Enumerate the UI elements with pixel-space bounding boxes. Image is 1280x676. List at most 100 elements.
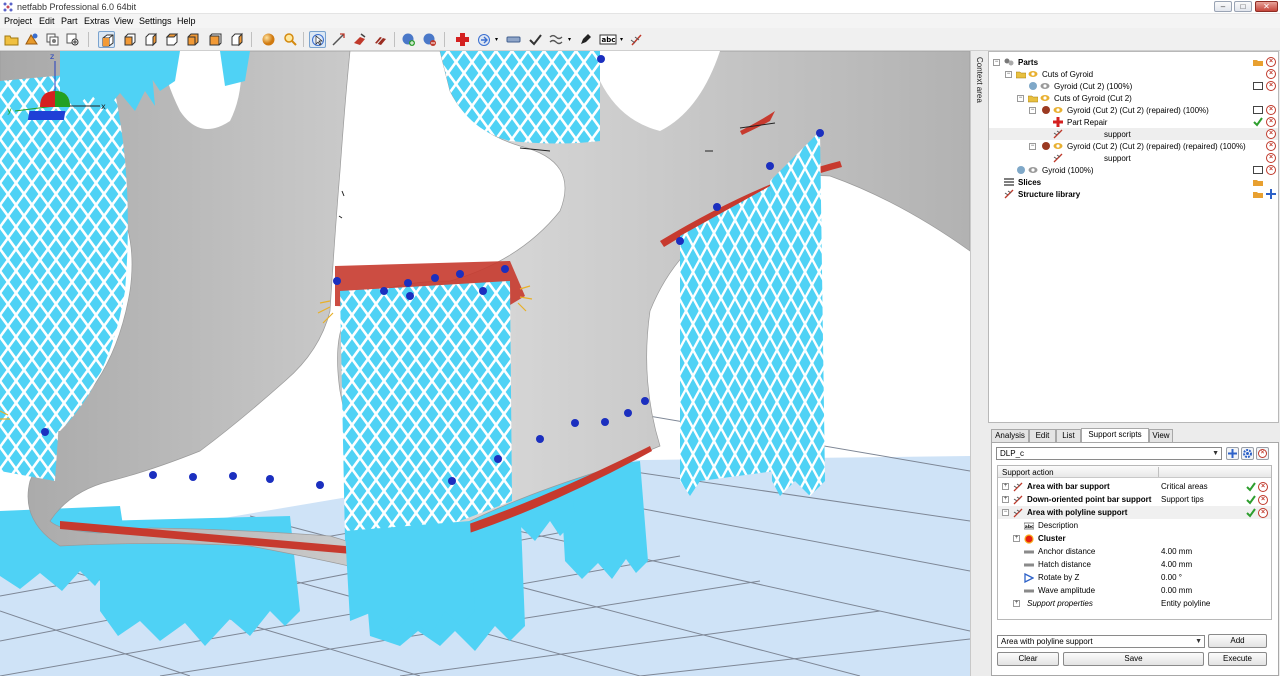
close-button[interactable]: ✕ — [1255, 1, 1278, 12]
repair-tool-button[interactable] — [351, 31, 368, 48]
property-row-cluster[interactable]: + Cluster — [998, 532, 1271, 545]
tab-support-scripts[interactable]: Support scripts — [1081, 428, 1149, 442]
scene-canvas[interactable] — [0, 51, 970, 676]
property-value[interactable]: 4.00 mm — [1161, 547, 1192, 556]
shading-button[interactable] — [260, 31, 277, 48]
duplicate-part-button[interactable] — [44, 31, 61, 48]
project-tree[interactable]: − Parts × − Cuts of Gyroid × Gyroid (Cut… — [988, 51, 1279, 423]
tree-row-slices[interactable]: Slices — [989, 176, 1278, 188]
remove-icon[interactable]: × — [1266, 81, 1276, 91]
eye-icon[interactable] — [1028, 165, 1038, 175]
3d-viewport[interactable]: z x y — [0, 51, 970, 676]
screen-icon[interactable] — [1253, 165, 1263, 175]
property-value[interactable]: 0.00 ° — [1161, 573, 1182, 582]
expand-toggle[interactable]: + — [1002, 483, 1009, 490]
export-dropdown-arrow[interactable]: ▾ — [495, 36, 498, 43]
script-settings-button[interactable] — [1241, 447, 1254, 460]
collapse-toggle[interactable]: − — [1005, 71, 1012, 78]
view-right-button[interactable] — [184, 31, 201, 48]
menu-settings[interactable]: Settings — [139, 16, 172, 26]
expand-toggle[interactable]: + — [1013, 600, 1020, 607]
check-button[interactable] — [527, 31, 544, 48]
tree-row-part-repair[interactable]: Part Repair × — [989, 116, 1278, 128]
menu-project[interactable]: Project — [4, 16, 32, 26]
property-row-anchor-distance[interactable]: Anchor distance 4.00 mm — [998, 545, 1271, 558]
view-top-button[interactable] — [206, 31, 223, 48]
expand-toggle[interactable]: + — [1013, 535, 1020, 542]
property-row-hatch-distance[interactable]: Hatch distance 4.00 mm — [998, 558, 1271, 571]
remove-icon[interactable]: × — [1266, 57, 1276, 67]
remove-icon[interactable]: × — [1266, 117, 1276, 127]
screen-icon[interactable] — [1253, 105, 1263, 115]
action-type-select[interactable]: Area with polyline support ▼ — [997, 635, 1205, 648]
support-tool-button[interactable] — [548, 31, 565, 48]
add-script-button[interactable] — [1226, 447, 1239, 460]
tree-row-gyroid-cut2[interactable]: Gyroid (Cut 2) (100%) × — [989, 80, 1278, 92]
column-divider[interactable] — [1158, 467, 1159, 477]
property-value[interactable]: 4.00 mm — [1161, 560, 1192, 569]
menu-extras[interactable]: Extras — [84, 16, 110, 26]
folder-action-icon[interactable] — [1253, 189, 1263, 199]
tree-row-support-2[interactable]: support × — [989, 152, 1278, 164]
menu-view[interactable]: View — [114, 16, 133, 26]
view-back-button[interactable] — [142, 31, 159, 48]
add-button[interactable]: Add — [1208, 634, 1267, 648]
remove-icon[interactable]: × — [1266, 105, 1276, 115]
remove-icon[interactable]: × — [1266, 129, 1276, 139]
execute-button[interactable]: Execute — [1208, 652, 1267, 666]
screen-icon[interactable] — [1253, 81, 1263, 91]
view-left-button[interactable] — [163, 31, 180, 48]
checkmark-icon[interactable] — [1246, 495, 1256, 505]
select-tool-button[interactable] — [309, 31, 326, 48]
collapse-toggle[interactable]: − — [1002, 509, 1009, 516]
collapse-toggle[interactable]: − — [1029, 107, 1036, 114]
folder-action-icon[interactable] — [1253, 57, 1263, 67]
context-area-strip[interactable]: Context area — [970, 51, 987, 676]
minimize-button[interactable]: – — [1214, 1, 1232, 12]
script-select[interactable]: DLP_c ▼ — [996, 447, 1222, 460]
maximize-button[interactable]: □ — [1234, 1, 1252, 12]
menu-help[interactable]: Help — [177, 16, 196, 26]
plus-icon[interactable] — [1266, 189, 1276, 199]
remove-icon[interactable]: × — [1266, 153, 1276, 163]
remove-icon[interactable]: × — [1258, 495, 1268, 505]
tree-row-repaired[interactable]: − Gyroid (Cut 2) (Cut 2) (repaired) (100… — [989, 104, 1278, 116]
remove-icon[interactable]: × — [1266, 165, 1276, 175]
view-bottom-button[interactable] — [228, 31, 245, 48]
collapse-toggle[interactable]: − — [1029, 143, 1036, 150]
view-front-button[interactable] — [121, 31, 138, 48]
property-row-description[interactable]: abc Description — [998, 519, 1271, 532]
add-globe-button[interactable] — [400, 31, 417, 48]
open-project-button[interactable] — [3, 31, 20, 48]
pen-tool-button[interactable] — [577, 31, 594, 48]
collapse-toggle[interactable]: − — [993, 59, 1000, 66]
action-row-polyline-support[interactable]: − Area with polyline support × — [998, 506, 1271, 519]
view-default-button[interactable] — [98, 31, 115, 48]
remove-icon[interactable]: × — [1258, 508, 1268, 518]
zoom-button[interactable] — [282, 31, 299, 48]
support-actions-table[interactable]: Support action + Area with bar support C… — [997, 465, 1272, 620]
tab-edit[interactable]: Edit — [1029, 429, 1056, 442]
collapse-toggle[interactable]: − — [1017, 95, 1024, 102]
tree-row-parts[interactable]: − Parts × — [989, 56, 1278, 68]
text-dropdown-arrow[interactable]: ▾ — [620, 36, 623, 43]
checkmark-icon[interactable] — [1246, 482, 1256, 492]
save-button[interactable]: Save — [1063, 652, 1204, 666]
eye-icon[interactable] — [1040, 93, 1050, 103]
tab-view[interactable]: View — [1149, 429, 1173, 442]
folder-action-icon[interactable] — [1253, 177, 1263, 187]
tab-list[interactable]: List — [1056, 429, 1081, 442]
support-dropdown-arrow[interactable]: ▾ — [568, 36, 571, 43]
checkmark-icon[interactable] — [1246, 508, 1256, 518]
tree-row-repaired-2[interactable]: − Gyroid (Cut 2) (Cut 2) (repaired) (rep… — [989, 140, 1278, 152]
menu-part[interactable]: Part — [61, 16, 78, 26]
property-row-wave-amplitude[interactable]: Wave amplitude 0.00 mm — [998, 584, 1271, 597]
action-row-point-support[interactable]: + Down-oriented point bar support Suppor… — [998, 493, 1271, 506]
property-value[interactable]: Entity polyline — [1161, 599, 1210, 608]
eye-icon[interactable] — [1040, 81, 1050, 91]
tab-analysis[interactable]: Analysis — [991, 429, 1029, 442]
expand-toggle[interactable]: + — [1002, 496, 1009, 503]
new-part-button[interactable] — [64, 31, 81, 48]
tree-row-support-1[interactable]: support × — [989, 128, 1278, 140]
export-button[interactable] — [476, 31, 493, 48]
